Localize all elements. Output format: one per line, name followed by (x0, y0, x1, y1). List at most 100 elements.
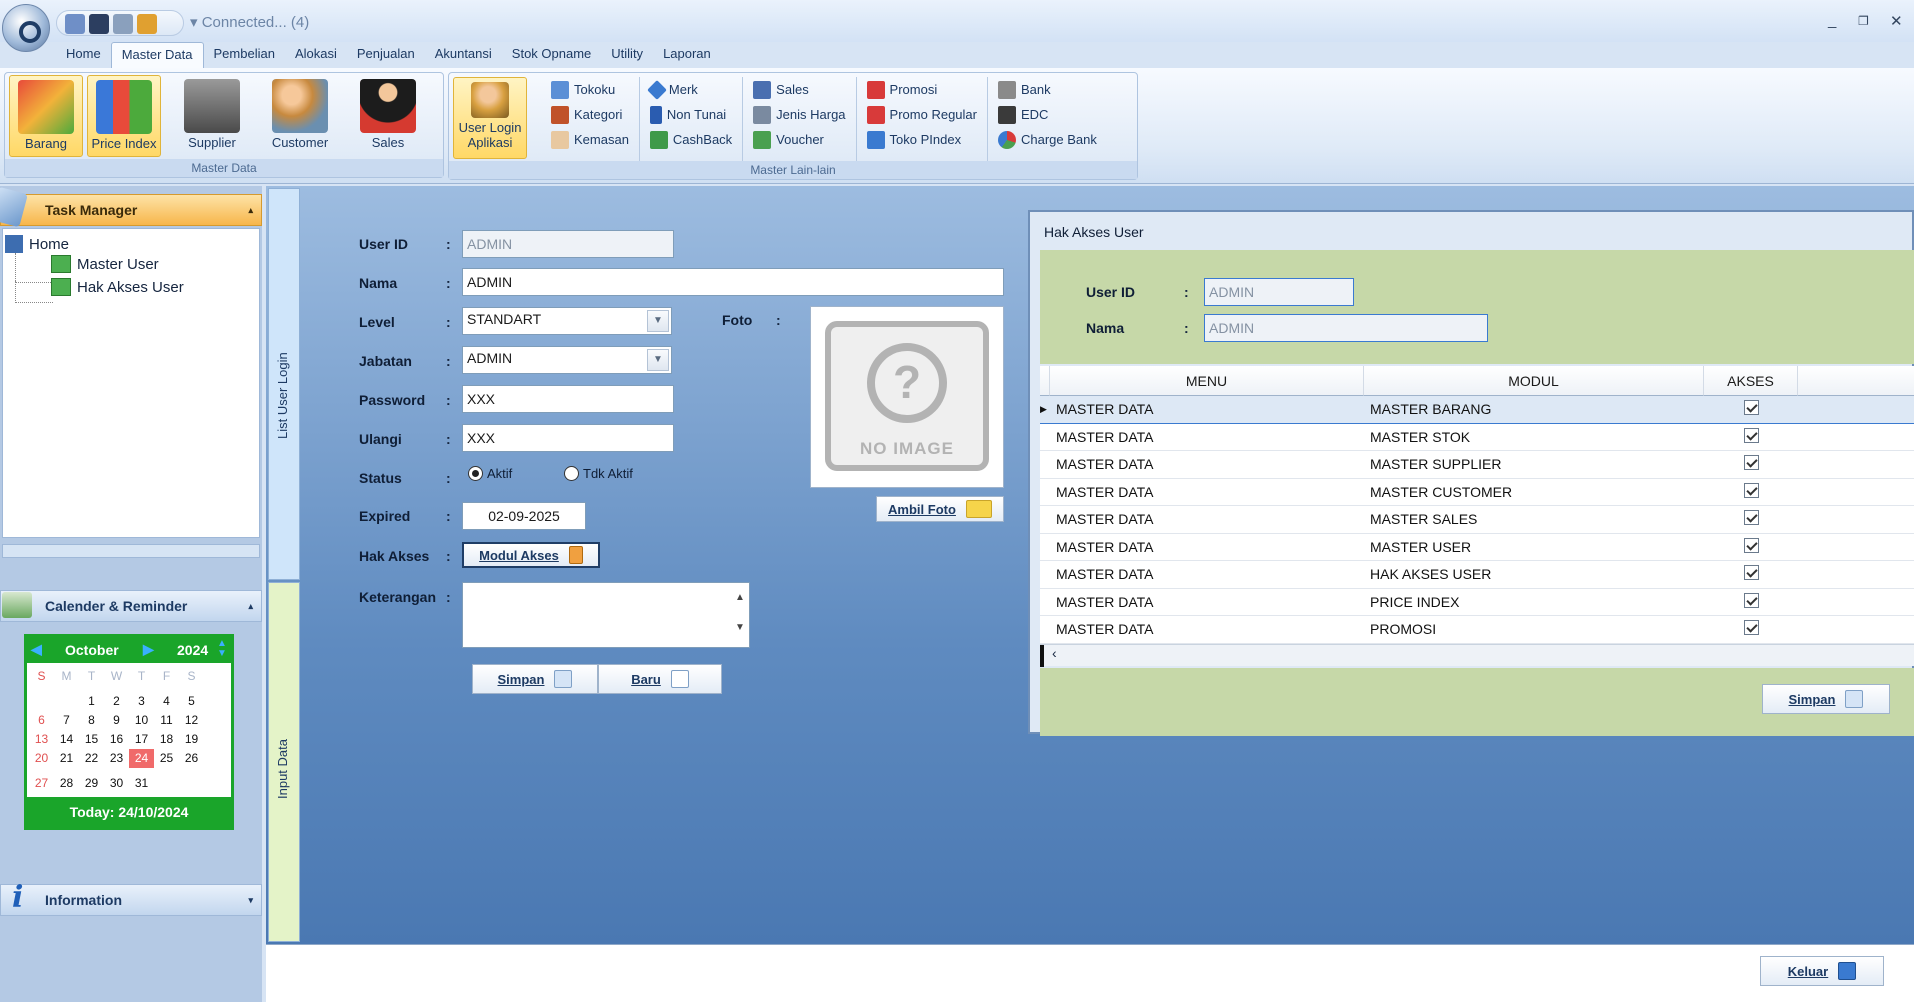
tab-laporan[interactable]: Laporan (653, 42, 721, 68)
baru-button[interactable]: Baru (598, 664, 722, 694)
chevron-down-icon[interactable]: ▼ (647, 349, 669, 371)
dialog-simpan-button[interactable]: Simpan (1762, 684, 1890, 714)
prev-month-icon[interactable]: ◀ (31, 641, 42, 658)
expired-date-input[interactable] (462, 502, 586, 530)
year-spinner-icon[interactable]: ▲ ▼ (217, 639, 227, 659)
tab-stok-opname[interactable]: Stok Opname (502, 42, 602, 68)
save-icon[interactable] (89, 14, 109, 34)
kategori-button[interactable]: Kategori (551, 102, 629, 127)
tree-item-master-user[interactable]: Master User (51, 255, 159, 273)
table-row[interactable]: MASTER DATA PROMOSI (1040, 616, 1914, 644)
modul-akses-button[interactable]: Modul Akses (462, 542, 600, 568)
price-index-button[interactable]: Price Index (87, 75, 161, 157)
user-icon[interactable] (137, 14, 157, 34)
task-manager-header[interactable]: Task Manager ▴ (0, 194, 262, 226)
user-id-input[interactable] (462, 230, 674, 258)
next-month-icon[interactable]: ▶ (143, 641, 154, 658)
akses-checkbox[interactable] (1743, 400, 1759, 416)
calendar-day[interactable]: 4 (154, 692, 179, 711)
table-row[interactable]: MASTER DATA MASTER SUPPLIER (1040, 451, 1914, 479)
edc-button[interactable]: EDC (997, 102, 1097, 127)
tab-input-data[interactable]: Input Data (268, 582, 300, 942)
akses-checkbox[interactable] (1743, 537, 1759, 553)
app-menu-orb[interactable] (2, 4, 50, 52)
table-row[interactable]: MASTER DATA PRICE INDEX (1040, 589, 1914, 616)
minimize-button[interactable]: _ (1828, 12, 1836, 29)
keluar-button[interactable]: Keluar (1760, 956, 1884, 986)
table-row[interactable]: MASTER DATA MASTER USER (1040, 534, 1914, 561)
calendar-day[interactable]: 12 (179, 711, 204, 730)
calendar-day[interactable]: 17 (129, 730, 154, 749)
calendar-day[interactable]: 19 (179, 730, 204, 749)
merk-button[interactable]: Merk (647, 77, 732, 102)
dialog-user-id-input[interactable] (1204, 278, 1354, 306)
close-button[interactable]: ✕ (1890, 12, 1903, 30)
calendar-day[interactable]: 2 (104, 692, 129, 711)
toko-pindex-button[interactable]: Toko PIndex (866, 127, 977, 152)
col-modul[interactable]: MODUL (1364, 366, 1704, 396)
collapse-icon[interactable]: ▴ (248, 591, 253, 621)
calendar-day[interactable]: 31 (129, 774, 154, 793)
collapse-icon[interactable]: ▴ (248, 195, 253, 225)
calendar-day[interactable]: 26 (179, 749, 204, 768)
barang-button[interactable]: Barang (9, 75, 83, 157)
non-tunai-button[interactable]: Non Tunai (649, 102, 732, 127)
calendar-day[interactable]: 13 (29, 730, 54, 749)
calendar-day[interactable]: 10 (129, 711, 154, 730)
col-menu[interactable]: MENU (1050, 366, 1364, 396)
calendar-day[interactable]: 24 (129, 749, 154, 768)
tab-pembelian[interactable]: Pembelian (204, 42, 285, 68)
calendar-day[interactable]: 29 (79, 774, 104, 793)
tree-item-hak-akses-user[interactable]: Hak Akses User (51, 278, 184, 296)
ulangi-input[interactable] (462, 424, 674, 452)
akses-checkbox[interactable] (1743, 510, 1759, 526)
status-aktif-radio[interactable]: Aktif (468, 466, 512, 481)
cashback-button[interactable]: CashBack (649, 127, 732, 152)
textarea-scrollbar[interactable]: ▲ ▼ (731, 583, 749, 647)
tab-alokasi[interactable]: Alokasi (285, 42, 347, 68)
calendar-day[interactable]: 6 (29, 711, 54, 730)
sales-small-button[interactable]: Sales (753, 77, 845, 102)
tab-list-user-login[interactable]: List User Login (268, 188, 300, 580)
horizontal-scrollbar[interactable]: ‹ (1040, 644, 1914, 667)
chevron-down-icon[interactable]: ▼ (647, 310, 669, 332)
user-login-aplikasi-button[interactable]: User Login Aplikasi (453, 77, 527, 159)
expand-icon[interactable]: ▾ (248, 885, 253, 915)
restore-button[interactable]: ❐ (1858, 14, 1869, 28)
akses-checkbox[interactable] (1743, 455, 1759, 471)
customer-button[interactable]: Customer (263, 75, 337, 157)
promo-regular-button[interactable]: Promo Regular (866, 102, 977, 127)
table-row[interactable]: MASTER DATA MASTER SALES (1040, 506, 1914, 534)
calendar-header[interactable]: Calender & Reminder ▴ (0, 590, 262, 622)
voucher-button[interactable]: Voucher (753, 127, 845, 152)
tab-home[interactable]: Home (56, 42, 111, 68)
calendar-day[interactable]: 14 (54, 730, 79, 749)
tab-penjualan[interactable]: Penjualan (347, 42, 425, 68)
calendar-day[interactable]: 8 (79, 711, 104, 730)
kemasan-button[interactable]: Kemasan (551, 127, 629, 152)
keterangan-textarea[interactable]: ▲ ▼ (462, 582, 750, 648)
calendar-day[interactable]: 27 (29, 774, 54, 793)
akses-checkbox[interactable] (1743, 565, 1759, 581)
simpan-button[interactable]: Simpan (472, 664, 598, 694)
search-icon[interactable] (113, 14, 133, 34)
akses-checkbox[interactable] (1743, 482, 1759, 498)
calendar-day[interactable]: 23 (104, 749, 129, 768)
calendar-day[interactable]: 5 (179, 692, 204, 711)
calendar-day[interactable]: 16 (104, 730, 129, 749)
calendar-day[interactable]: 7 (54, 711, 79, 730)
calendar-day[interactable]: 28 (54, 774, 79, 793)
table-row[interactable]: MASTER DATA MASTER STOK (1040, 424, 1914, 451)
today-label[interactable]: Today: 24/10/2024 (27, 797, 231, 827)
table-row[interactable]: ▶ MASTER DATA MASTER BARANG (1040, 396, 1914, 424)
level-select[interactable]: STANDART ▼ (462, 307, 672, 335)
table-row[interactable]: MASTER DATA HAK AKSES USER (1040, 561, 1914, 589)
calendar-day[interactable]: 21 (54, 749, 79, 768)
calendar-day[interactable]: 3 (129, 692, 154, 711)
akses-checkbox[interactable] (1743, 592, 1759, 608)
calendar-day[interactable]: 22 (79, 749, 104, 768)
charge-bank-button[interactable]: Charge Bank (997, 127, 1097, 152)
tokoku-button[interactable]: Tokoku (551, 77, 629, 102)
tab-master-data[interactable]: Master Data (110, 42, 204, 68)
tree-home[interactable]: Home (5, 235, 69, 253)
